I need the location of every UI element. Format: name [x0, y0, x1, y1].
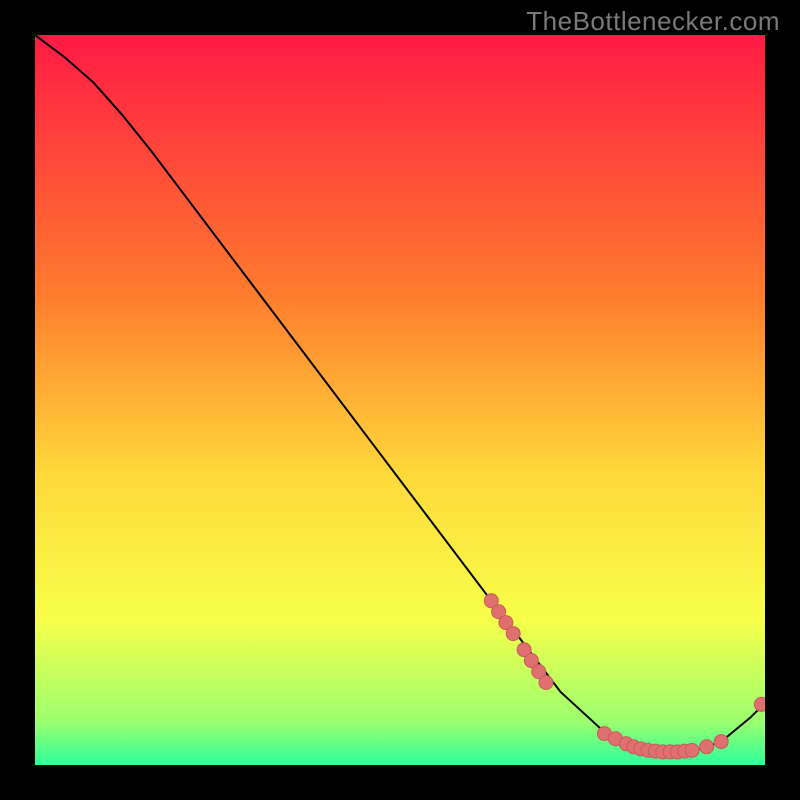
gradient-background: [35, 35, 765, 765]
data-point: [700, 740, 714, 754]
plot-area: [35, 35, 765, 765]
data-point: [714, 735, 728, 749]
data-point: [754, 697, 765, 711]
data-point: [685, 743, 699, 757]
watermark-text: TheBottlenecker.com: [526, 6, 780, 37]
data-point: [506, 627, 520, 641]
chart-svg: [35, 35, 765, 765]
chart-frame: TheBottlenecker.com: [0, 0, 800, 800]
data-point: [539, 676, 553, 690]
